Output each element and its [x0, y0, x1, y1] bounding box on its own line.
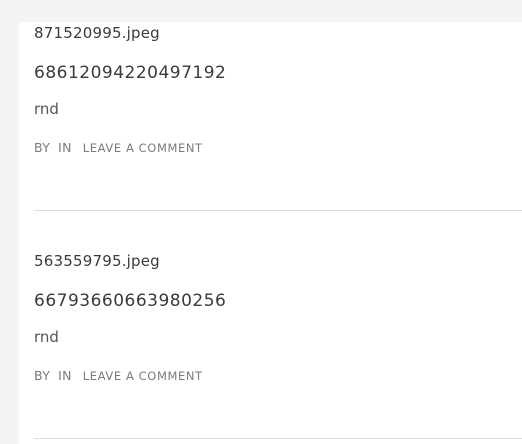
- leave-comment-link[interactable]: LEAVE A COMMENT: [83, 141, 203, 155]
- post-divider: [34, 438, 522, 439]
- post-filename[interactable]: 871520995.jpeg: [34, 24, 160, 42]
- post-divider: [34, 210, 522, 211]
- post-meta-in: IN: [58, 140, 72, 155]
- top-band: [0, 0, 522, 22]
- leave-comment-link[interactable]: LEAVE A COMMENT: [83, 369, 203, 383]
- post-meta-in: IN: [58, 368, 72, 383]
- post-list: 871520995.jpeg 68612094220497192 rnd BY …: [19, 22, 522, 444]
- post-meta: BY IN LEAVE A COMMENT: [34, 368, 203, 383]
- post-title[interactable]: 68612094220497192: [34, 63, 226, 83]
- post-title[interactable]: 66793660663980256: [34, 291, 226, 311]
- post-excerpt: rnd: [34, 100, 59, 118]
- post-meta-by: BY: [34, 368, 51, 383]
- post-meta-by: BY: [34, 140, 51, 155]
- post-meta: BY IN LEAVE A COMMENT: [34, 140, 203, 155]
- post-excerpt: rnd: [34, 328, 59, 346]
- post-filename[interactable]: 563559795.jpeg: [34, 252, 160, 270]
